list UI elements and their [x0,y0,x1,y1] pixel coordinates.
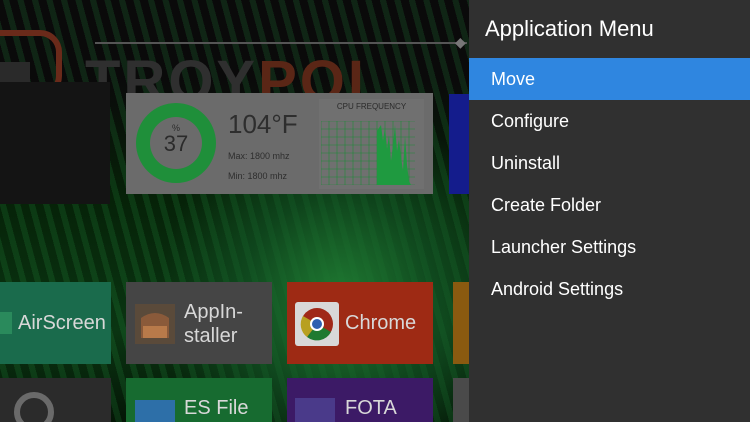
cpu-frequency-graph [321,121,415,185]
tile-label: FOTA [345,397,397,419]
tile-label-line1: AppIn- [184,301,243,323]
app-tile-settings[interactable] [0,378,111,422]
menu-item-uninstall[interactable]: Uninstall [469,142,750,184]
partial-app-tile-gray[interactable] [453,378,469,422]
menu-item-launcher-settings[interactable]: Launcher Settings [469,226,750,268]
gauge-center: % 37 [150,117,202,169]
app-tile-appinstaller[interactable]: AppIn- staller [126,282,272,364]
menu-item-label: Android Settings [491,279,624,299]
tile-label: AirScreen [18,312,106,334]
brand-underline [95,42,467,44]
application-menu: Application Menu Move Configure Uninstal… [469,0,750,422]
menu-title: Application Menu [485,16,654,41]
cpu-frequency-title: CPU FREQUENCY [336,102,407,111]
cpu-usage-gauge: % 37 [136,103,216,183]
app-tile-airscreen[interactable]: AirScreen [0,282,111,364]
temperature-readout: 104°F [228,109,298,139]
app-tile-fota[interactable]: FOTA [287,378,433,422]
gauge-value: 37 [163,131,189,156]
tile-label: ES File [184,397,249,419]
gear-icon [14,392,54,422]
app-tile-chrome[interactable]: Chrome [287,282,433,364]
cpu-frequency-panel: CPU FREQUENCY [319,99,424,189]
tile-label-line2: staller [184,325,238,347]
fota-icon [295,398,335,422]
menu-item-configure[interactable]: Configure [469,100,750,142]
system-monitor-widget[interactable]: % 37 104°F Max: 1800 mhz Min: 1800 mhz C… [126,93,433,194]
partial-app-tile[interactable] [449,94,471,194]
min-frequency: Min: 1800 mhz [228,171,288,181]
partial-app-tile-orange[interactable] [453,282,469,364]
menu-item-label: Launcher Settings [491,237,637,257]
airscreen-icon [0,312,12,334]
menu-item-label: Configure [491,111,570,131]
chrome-icon [295,302,339,346]
dark-panel [0,82,110,204]
menu-item-label: Create Folder [491,195,602,215]
tile-label: Chrome [345,312,417,334]
appinstaller-icon [135,304,175,344]
menu-item-android-settings[interactable]: Android Settings [469,268,750,310]
brand-arrow-icon: ◆ [455,34,466,50]
es-file-icon [135,400,175,422]
max-frequency: Max: 1800 mhz [228,151,290,161]
menu-item-move[interactable]: Move [469,58,750,100]
menu-item-label: Uninstall [491,153,561,173]
app-tile-es-file[interactable]: ES File [126,378,272,422]
menu-item-label: Move [491,69,536,89]
menu-item-create-folder[interactable]: Create Folder [469,184,750,226]
